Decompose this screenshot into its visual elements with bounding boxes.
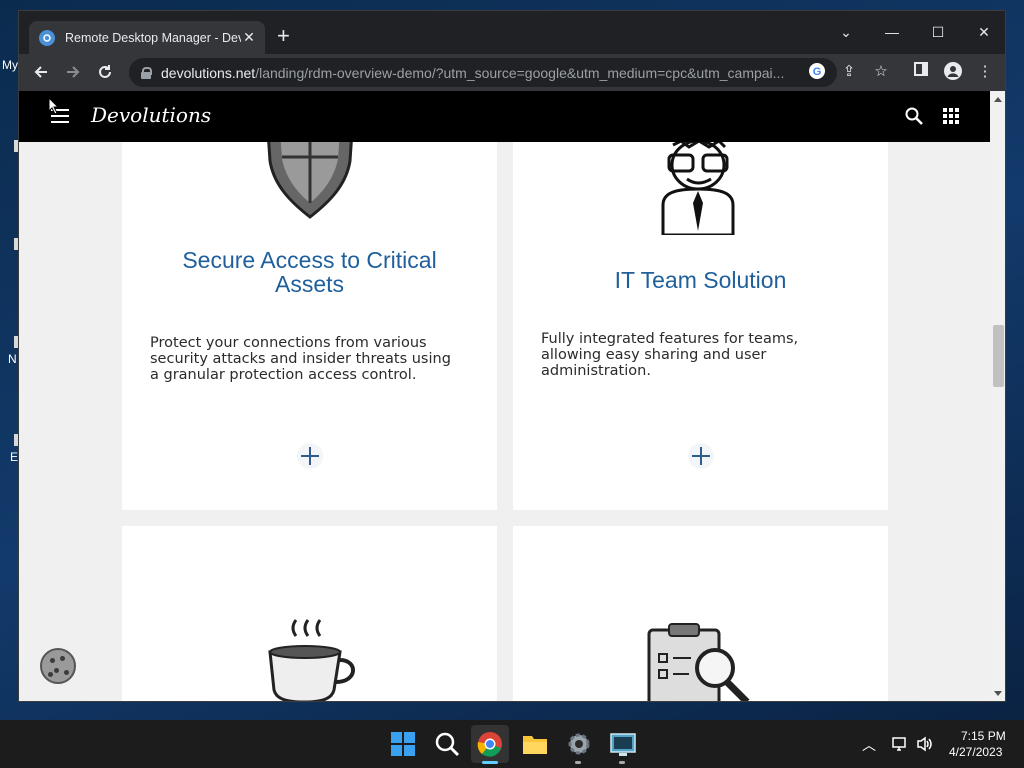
chrome-icon[interactable] <box>476 730 504 758</box>
desktop-label-e: E <box>10 450 19 464</box>
tab-title: Remote Desktop Manager - Devo <box>65 30 241 45</box>
feature-card-checklist <box>513 526 888 701</box>
url-path: /landing/rdm-overview-demo/?utm_source=g… <box>255 64 785 81</box>
chrome-active-indicator <box>482 761 498 764</box>
mouse-cursor-icon <box>48 97 60 115</box>
forward-arrow-icon <box>67 66 80 78</box>
it-guy-illustration <box>661 141 735 235</box>
new-tab-button[interactable]: + <box>277 25 290 47</box>
card-title: IT Team Solution <box>614 267 787 293</box>
clock-date[interactable]: 4/27/2023 <box>949 745 1002 759</box>
feature-card-secure-access: Secure Access to Critical Assets Protect… <box>122 91 497 510</box>
browser-toolbar: devolutions.net /landing/rdm-overview-de… <box>19 54 1005 91</box>
browser-window: Remote Desktop Manager - Devo ✕ + ⌄ — ☐ … <box>18 10 1006 702</box>
page-viewport: Secure Access to Critical Assets Protect… <box>19 91 990 701</box>
share-icon[interactable]: ⇪ <box>839 62 859 82</box>
expand-plus-icon[interactable] <box>688 443 714 469</box>
volume-icon[interactable] <box>916 736 934 752</box>
rdm-running-indicator <box>619 761 625 764</box>
side-panel-icon[interactable] <box>911 62 931 82</box>
card-description: Protect your connections from various se… <box>150 335 451 383</box>
minimize-button[interactable]: — <box>869 17 915 47</box>
search-icon[interactable] <box>433 730 461 758</box>
settings-gear-icon[interactable] <box>565 730 593 758</box>
google-icon[interactable]: G <box>807 62 827 82</box>
address-bar[interactable]: devolutions.net /landing/rdm-overview-de… <box>129 58 837 87</box>
tab-search-icon[interactable]: ⌄ <box>823 17 869 47</box>
back-arrow-icon <box>34 66 47 78</box>
profile-icon[interactable] <box>943 62 963 82</box>
card-title: Secure Access to Critical Assets <box>182 247 437 297</box>
expand-plus-icon[interactable] <box>297 443 323 469</box>
devolutions-logo[interactable]: Devolutions <box>91 103 211 127</box>
feature-card-it-team: IT Team Solution Fully integrated featur… <box>513 91 888 510</box>
more-menu-icon[interactable]: ⋮ <box>975 62 995 82</box>
clock-time[interactable]: 7:15 PM <box>961 729 1006 743</box>
windows-taskbar: ︿ 7:15 PM 4/27/2023 <box>0 720 1024 768</box>
clipboard-magnifier-illustration <box>647 623 750 701</box>
devolutions-favicon-icon <box>39 29 55 46</box>
coffee-cup-illustration <box>268 619 355 701</box>
scrollbar-thumb[interactable] <box>993 325 1004 387</box>
title-bar: Remote Desktop Manager - Devo ✕ + ⌄ — ☐ … <box>19 11 1005 54</box>
url-host: devolutions.net <box>161 64 256 81</box>
desktop-label-my: My <box>2 58 18 72</box>
scroll-up-arrow-icon[interactable] <box>994 97 1002 102</box>
tray-overflow-chevron-icon[interactable]: ︿ <box>862 735 876 755</box>
search-icon[interactable] <box>905 107 923 125</box>
apps-grid-icon[interactable] <box>943 108 959 124</box>
tab-close-icon[interactable]: ✕ <box>241 29 257 46</box>
desktop-label-n: N <box>8 352 17 366</box>
browser-tab[interactable]: Remote Desktop Manager - Devo ✕ <box>29 21 265 54</box>
reload-icon <box>99 65 111 78</box>
file-explorer-icon[interactable] <box>521 730 549 758</box>
close-window-button[interactable]: ✕ <box>961 17 1005 47</box>
shield-illustration <box>266 131 354 219</box>
windows-start-icon[interactable] <box>389 730 417 758</box>
network-icon[interactable] <box>892 736 908 752</box>
lock-icon <box>141 66 152 79</box>
bookmark-star-icon[interactable]: ☆ <box>871 62 891 82</box>
settings-running-indicator <box>575 761 581 764</box>
cookie-settings-icon[interactable] <box>40 648 76 684</box>
scroll-down-arrow-icon[interactable] <box>994 691 1002 696</box>
feature-card-coffee <box>122 526 497 701</box>
forward-button[interactable] <box>58 57 88 87</box>
maximize-button[interactable]: ☐ <box>915 17 961 47</box>
page-scrollbar[interactable] <box>990 91 1005 701</box>
svg-text:G: G <box>813 66 822 78</box>
remote-desktop-app-icon[interactable] <box>609 730 637 758</box>
reload-button[interactable] <box>90 57 120 87</box>
back-button[interactable] <box>26 57 56 87</box>
site-header: Devolutions <box>19 91 990 142</box>
card-description: Fully integrated features for teams, all… <box>541 331 799 379</box>
